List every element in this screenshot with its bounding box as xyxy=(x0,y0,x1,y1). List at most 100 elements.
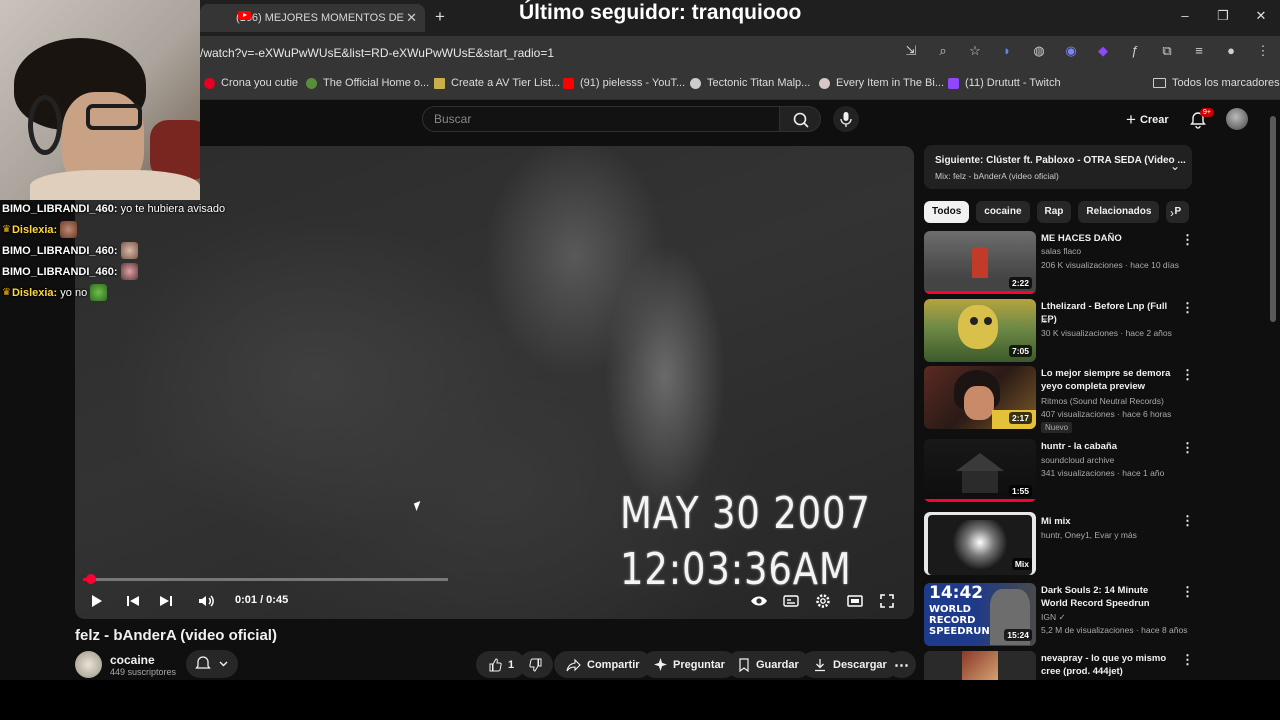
channel-name[interactable]: cocaine xyxy=(110,653,155,667)
thumb-record-text: WORLD RECORD SPEEDRUN xyxy=(929,604,990,637)
progress-bar[interactable] xyxy=(83,574,448,584)
up-next-panel[interactable]: Siguiente: Clúster ft. Pabloxo - OTRA SE… xyxy=(924,145,1192,189)
theater-mode-button[interactable] xyxy=(844,590,866,612)
more-vertical-icon[interactable]: ⋮ xyxy=(1181,584,1194,600)
video-thumbnail: 14:42 WORLD RECORD SPEEDRUN 15:24 xyxy=(924,583,1036,646)
recommendation-item[interactable]: Mix Mi mix huntr, Oney1, Evar y más ⋮ xyxy=(924,512,1196,576)
recommendation-item[interactable]: 1:55 huntr - la cabaña soundcloud archiv… xyxy=(924,439,1196,503)
tierlist-icon xyxy=(434,77,445,89)
chip-relacionados[interactable]: Relacionados xyxy=(1078,201,1160,223)
page-scrollbar[interactable] xyxy=(1269,104,1277,676)
scrubber-handle[interactable] xyxy=(86,574,97,584)
more-vertical-icon[interactable]: ⋮ xyxy=(1181,440,1194,456)
chip-rap[interactable]: Rap xyxy=(1036,201,1072,223)
recommendation-item[interactable]: 14:42 WORLD RECORD SPEEDRUN 15:24 Dark Sou… xyxy=(924,583,1196,647)
microphone-icon xyxy=(840,112,852,127)
new-tab-plus-icon[interactable]: + xyxy=(435,7,445,27)
like-count: 1 xyxy=(508,658,515,671)
zoom-icon[interactable]: ⌕ xyxy=(934,42,952,60)
bookmark-item[interactable]: Tectonic Titan Malp... xyxy=(690,77,810,89)
close-window-button[interactable]: ✕ xyxy=(1242,0,1280,34)
recommendation-title: ME HACES DAÑO xyxy=(1041,233,1122,244)
extension-globe-icon[interactable]: ◍ xyxy=(1030,42,1048,60)
scrollbar-thumb[interactable] xyxy=(1270,116,1276,322)
download-icon xyxy=(815,658,825,671)
play-button[interactable] xyxy=(85,590,107,612)
all-bookmarks[interactable]: Todos los marcadores xyxy=(1153,77,1280,89)
video-thumbnail: 2:22 xyxy=(924,231,1036,294)
create-button[interactable]: + Crear xyxy=(1126,110,1169,130)
previous-icon xyxy=(127,596,139,606)
more-actions-button[interactable]: ⋯ xyxy=(887,651,916,678)
recommendation-title: nevapray - lo que yo mismo cree (prod. 4… xyxy=(1041,653,1167,677)
settings-button[interactable] xyxy=(812,590,834,612)
voice-search-button[interactable] xyxy=(833,106,859,132)
subscription-bell-button[interactable] xyxy=(186,650,238,678)
account-avatar[interactable] xyxy=(1226,108,1248,130)
webcam-shirt xyxy=(30,170,200,200)
search-input[interactable]: Buscar xyxy=(422,106,780,132)
chip-cocaine[interactable]: cocaine xyxy=(976,201,1030,223)
watched-progress xyxy=(924,499,1036,502)
recommendation-item[interactable]: 2:17 Lo mejor siempre se demora yeyo com… xyxy=(924,366,1196,433)
next-button[interactable] xyxy=(155,590,177,612)
chevron-down-icon[interactable]: ⌄ xyxy=(1170,159,1180,173)
extensions-puzzle-icon[interactable]: ⧉ xyxy=(1158,42,1176,60)
chat-username: BIMO_LIBRANDI_460: xyxy=(2,265,118,278)
chat-username: Dislexia: xyxy=(11,286,58,299)
profile-avatar-icon[interactable]: ● xyxy=(1222,42,1240,60)
bookmark-item[interactable]: (91) pielesss - YouT... xyxy=(563,77,685,89)
url-field[interactable]: /watch?v=-eXWuPwWUsE&list=RD-eXWuPwWUsE&… xyxy=(200,46,554,60)
extension-twitch-icon[interactable]: ◆ xyxy=(1094,42,1112,60)
video-thumbnail: 7:05 xyxy=(924,299,1036,362)
bookmark-item[interactable]: Every Item in The Bi... xyxy=(819,77,944,89)
bookmark-item[interactable]: The Official Home o... xyxy=(306,77,429,89)
bookmark-item[interactable]: (11) Drututt - Twitch xyxy=(948,77,1061,89)
more-vertical-icon[interactable]: ⋮ xyxy=(1181,300,1194,316)
maximize-button[interactable]: ❐ xyxy=(1204,0,1242,34)
tab-youtube[interactable]: (166) MEJORES MOMENTOS DE ✕ xyxy=(200,4,425,32)
bookmark-item[interactable]: Create a AV Tier List... xyxy=(434,77,560,89)
subtitles-button[interactable] xyxy=(780,590,802,612)
recommendation-item[interactable]: 2:22 ME HACES DAÑO salas flaco 206 K vis… xyxy=(924,231,1196,295)
save-button[interactable]: Guardar xyxy=(726,651,811,678)
share-button[interactable]: Compartir xyxy=(554,651,652,678)
volume-button[interactable] xyxy=(195,590,217,612)
close-icon[interactable]: ✕ xyxy=(406,10,417,26)
channel-avatar[interactable] xyxy=(75,651,102,678)
extension-audio-icon[interactable]: ◗ xyxy=(998,42,1016,60)
recommendation-item[interactable]: nevapray - lo que yo mismo cree (prod. 4… xyxy=(924,651,1196,680)
extension-f-icon[interactable]: ƒ xyxy=(1126,42,1144,60)
fullscreen-button[interactable] xyxy=(876,590,898,612)
more-vertical-icon[interactable]: ⋮ xyxy=(1181,232,1194,248)
chat-message: BIMO_LIBRANDI_460: yo te hubiera avisado xyxy=(2,198,242,219)
bookmark-star-icon[interactable]: ☆ xyxy=(966,42,984,60)
subscriber-count: 449 suscriptores xyxy=(110,667,177,677)
search-icon xyxy=(793,112,809,128)
chip-todos[interactable]: Todos xyxy=(924,201,970,223)
search-button[interactable] xyxy=(779,106,821,132)
theater-icon xyxy=(847,595,863,607)
pepe-emote-icon xyxy=(90,284,108,301)
video-title: felz - bAnderA (video oficial) xyxy=(75,627,277,644)
browser-menu-icon[interactable]: ⋮ xyxy=(1254,42,1272,60)
install-app-icon[interactable]: ⇲ xyxy=(902,42,920,60)
bookmark-label: (11) Drututt - Twitch xyxy=(965,77,1061,89)
previous-button[interactable] xyxy=(122,590,144,612)
recommendation-item[interactable]: 7:05 Lthelizard - Before Lnp (Full EP) l… xyxy=(924,299,1196,363)
chevron-right-icon[interactable]: › xyxy=(1170,206,1174,220)
ambient-mode-button[interactable] xyxy=(748,590,770,612)
more-vertical-icon[interactable]: ⋮ xyxy=(1181,652,1194,668)
ask-button[interactable]: Preguntar xyxy=(642,651,737,678)
mix-badge: Mix xyxy=(1011,558,1032,570)
dislike-button[interactable] xyxy=(519,651,553,678)
bell-chevron-icon xyxy=(195,656,228,669)
media-controls-icon[interactable]: ≡ xyxy=(1190,42,1208,60)
more-horizontal-icon: ⋯ xyxy=(894,656,909,674)
extension-discord-icon[interactable]: ◉ xyxy=(1062,42,1080,60)
download-button[interactable]: Descargar xyxy=(801,651,899,678)
more-vertical-icon[interactable]: ⋮ xyxy=(1181,367,1194,383)
minimize-button[interactable]: – xyxy=(1166,0,1204,34)
more-vertical-icon[interactable]: ⋮ xyxy=(1181,513,1194,529)
bookmark-item[interactable]: Crona you cutie xyxy=(204,77,298,89)
